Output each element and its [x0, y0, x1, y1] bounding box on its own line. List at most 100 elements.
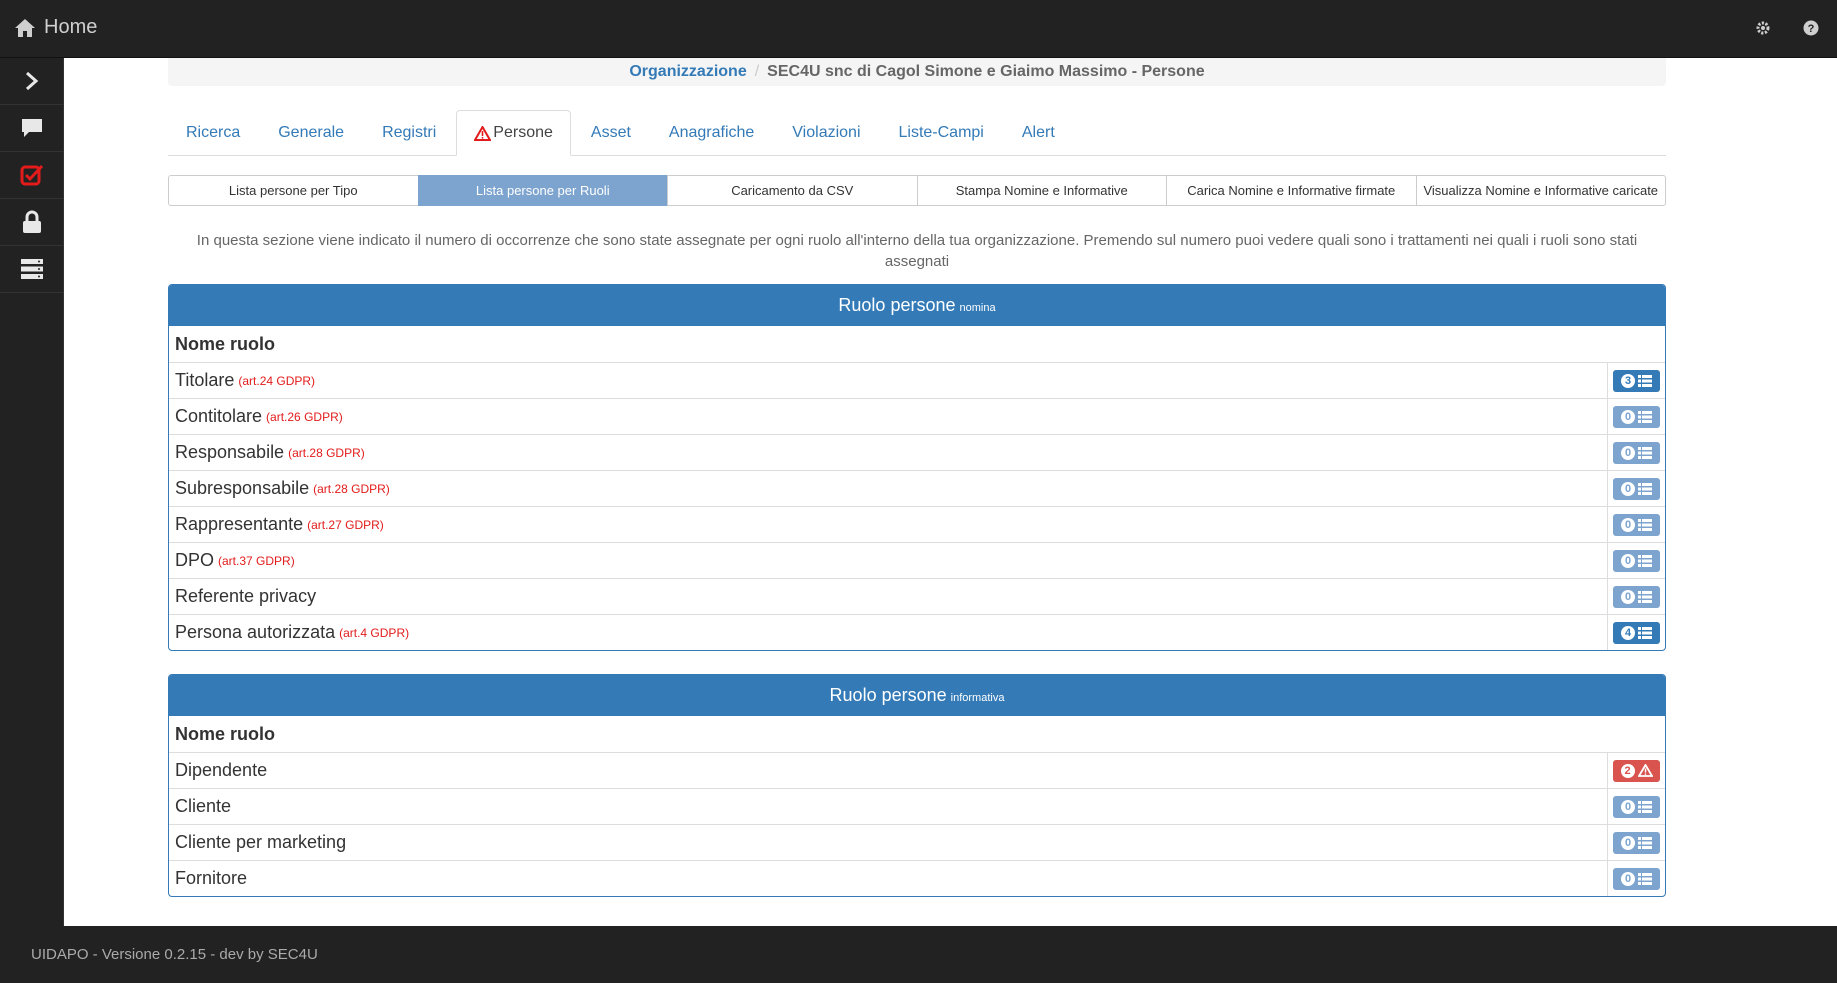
- role-name: Contitolare: [175, 406, 263, 426]
- sidebar: [0, 58, 64, 926]
- footer-text: UIDAPO - Versione 0.2.15 - dev by SEC4U: [31, 946, 318, 963]
- subnav-caricamento-csv[interactable]: Caricamento da CSV: [667, 175, 918, 206]
- count-badge: 0: [1621, 553, 1635, 568]
- footer: UIDAPO - Versione 0.2.15 - dev by SEC4U: [0, 926, 1837, 983]
- role-name: Subresponsabile: [175, 478, 310, 498]
- role-article: (art.4 GDPR): [339, 625, 410, 640]
- role-count-button[interactable]: 0: [1613, 405, 1660, 428]
- table-row: DPO (art.37 GDPR) 0: [169, 542, 1665, 578]
- list-icon: [1638, 482, 1652, 495]
- table-row: Rappresentante (art.27 GDPR) 0: [169, 506, 1665, 542]
- role-name: Dipendente: [175, 760, 268, 780]
- count-badge: 0: [1621, 445, 1635, 460]
- list-icon: [1638, 836, 1652, 849]
- home-link[interactable]: Home: [14, 16, 97, 39]
- sidebar-item-messages[interactable]: [0, 105, 64, 152]
- tab-liste-campi[interactable]: Liste-Campi: [881, 110, 1002, 155]
- server-icon: [21, 259, 43, 279]
- role-count-button[interactable]: 0: [1613, 513, 1660, 536]
- table-row: Dipendente 2: [169, 752, 1665, 788]
- table-row: Contitolare (art.26 GDPR) 0: [169, 398, 1665, 434]
- home-title: Home: [44, 16, 98, 38]
- tab-persone[interactable]: Persone: [456, 110, 571, 156]
- breadcrumb-organizzazione[interactable]: Organizzazione: [629, 63, 746, 81]
- subnav-carica-nomine[interactable]: Carica Nomine e Informative firmate: [1166, 175, 1417, 206]
- main-content: Organizzazione / SEC4U snc di Cagol Simo…: [64, 58, 1837, 926]
- tab-asset[interactable]: Asset: [573, 110, 649, 155]
- count-badge: 0: [1621, 589, 1635, 604]
- count-badge: 2: [1620, 763, 1635, 778]
- role-article: (art.26 GDPR): [266, 409, 343, 424]
- role-name: Responsabile: [175, 442, 285, 462]
- tab-alert[interactable]: Alert: [1004, 110, 1073, 155]
- top-navbar: Home ?: [0, 0, 1837, 58]
- table-row: Titolare (art.24 GDPR) 3: [169, 362, 1665, 398]
- role-count-button[interactable]: 0: [1613, 477, 1660, 500]
- role-name: Titolare: [175, 370, 235, 390]
- breadcrumb-current: SEC4U snc di Cagol Simone e Giaimo Massi…: [767, 63, 1205, 80]
- tab-registri[interactable]: Registri: [364, 110, 454, 155]
- role-name: Fornitore: [175, 868, 248, 888]
- role-article: (art.37 GDPR): [218, 553, 295, 568]
- breadcrumb-separator: /: [754, 63, 760, 80]
- sub-navigation: Lista persone per Tipo Lista persone per…: [168, 175, 1666, 206]
- table-row: Persona autorizzata (art.4 GDPR) 4: [169, 614, 1665, 650]
- subnav-lista-per-ruoli[interactable]: Lista persone per Ruoli: [417, 175, 668, 206]
- intro-text: In questa sezione viene indicato il nume…: [196, 232, 1638, 270]
- role-name: Cliente: [175, 796, 232, 816]
- table-row: Responsabile (art.28 GDPR) 0: [169, 434, 1665, 470]
- table-row: Fornitore 0: [169, 860, 1665, 896]
- chat-icon: [22, 119, 42, 137]
- count-badge: 0: [1621, 517, 1635, 532]
- role-name: Referente privacy: [175, 586, 317, 606]
- role-count-button[interactable]: 2: [1613, 759, 1660, 782]
- home-icon: [15, 18, 35, 37]
- lock-icon: [23, 210, 41, 233]
- count-badge: 4: [1621, 625, 1635, 640]
- tab-anagrafiche[interactable]: Anagrafiche: [651, 110, 772, 155]
- table-row: Subresponsabile (art.28 GDPR) 0: [169, 470, 1665, 506]
- role-count-button[interactable]: 0: [1613, 831, 1660, 854]
- list-icon: [1638, 374, 1652, 387]
- panel-subtitle: informativa: [950, 691, 1005, 704]
- role-count-button[interactable]: 0: [1613, 867, 1660, 890]
- subnav-stampa-nomine[interactable]: Stampa Nomine e Informative: [916, 175, 1167, 206]
- subnav-visualizza-nomine[interactable]: Visualizza Nomine e Informative caricate: [1415, 175, 1666, 206]
- tab-persone-label: Persone: [493, 124, 553, 141]
- role-count-button[interactable]: 0: [1613, 549, 1660, 572]
- breadcrumb: Organizzazione / SEC4U snc di Cagol Simo…: [168, 58, 1666, 86]
- role-article: (art.27 GDPR): [307, 517, 384, 532]
- list-icon: [1638, 410, 1652, 423]
- tab-generale[interactable]: Generale: [260, 110, 362, 155]
- table-row: Referente privacy 0: [169, 578, 1665, 614]
- column-header-nome-ruolo: Nome ruolo: [175, 333, 276, 354]
- count-badge: 0: [1621, 871, 1635, 886]
- panel-title: Ruolo persone: [838, 295, 956, 315]
- sidebar-item-security[interactable]: [0, 199, 64, 246]
- count-badge: 0: [1621, 799, 1635, 814]
- role-count-button[interactable]: 0: [1613, 441, 1660, 464]
- count-badge: 0: [1621, 835, 1635, 850]
- sidebar-toggle[interactable]: [0, 58, 64, 105]
- checkbox-icon: [20, 164, 44, 186]
- panel-title: Ruolo persone: [829, 685, 947, 705]
- warning-icon: [474, 125, 492, 141]
- sidebar-item-tasks[interactable]: [0, 152, 64, 199]
- tab-violazioni[interactable]: Violazioni: [774, 110, 878, 155]
- tab-ricerca[interactable]: Ricerca: [168, 110, 258, 155]
- role-count-button[interactable]: 3: [1613, 369, 1660, 392]
- svg-text:?: ?: [1808, 23, 1815, 35]
- gear-icon[interactable]: [1753, 18, 1773, 38]
- chevron-right-icon: [26, 71, 39, 91]
- role-count-button[interactable]: 4: [1613, 621, 1660, 644]
- role-article: (art.28 GDPR): [288, 445, 365, 460]
- list-icon: [1638, 554, 1652, 567]
- role-count-button[interactable]: 0: [1613, 795, 1660, 818]
- list-icon: [1638, 446, 1652, 459]
- help-icon[interactable]: ?: [1801, 18, 1821, 38]
- subnav-lista-per-tipo[interactable]: Lista persone per Tipo: [168, 175, 419, 206]
- sidebar-item-servers[interactable]: [0, 246, 64, 293]
- list-icon: [1638, 518, 1652, 531]
- role-article: (art.28 GDPR): [313, 481, 390, 496]
- role-count-button[interactable]: 0: [1613, 585, 1660, 608]
